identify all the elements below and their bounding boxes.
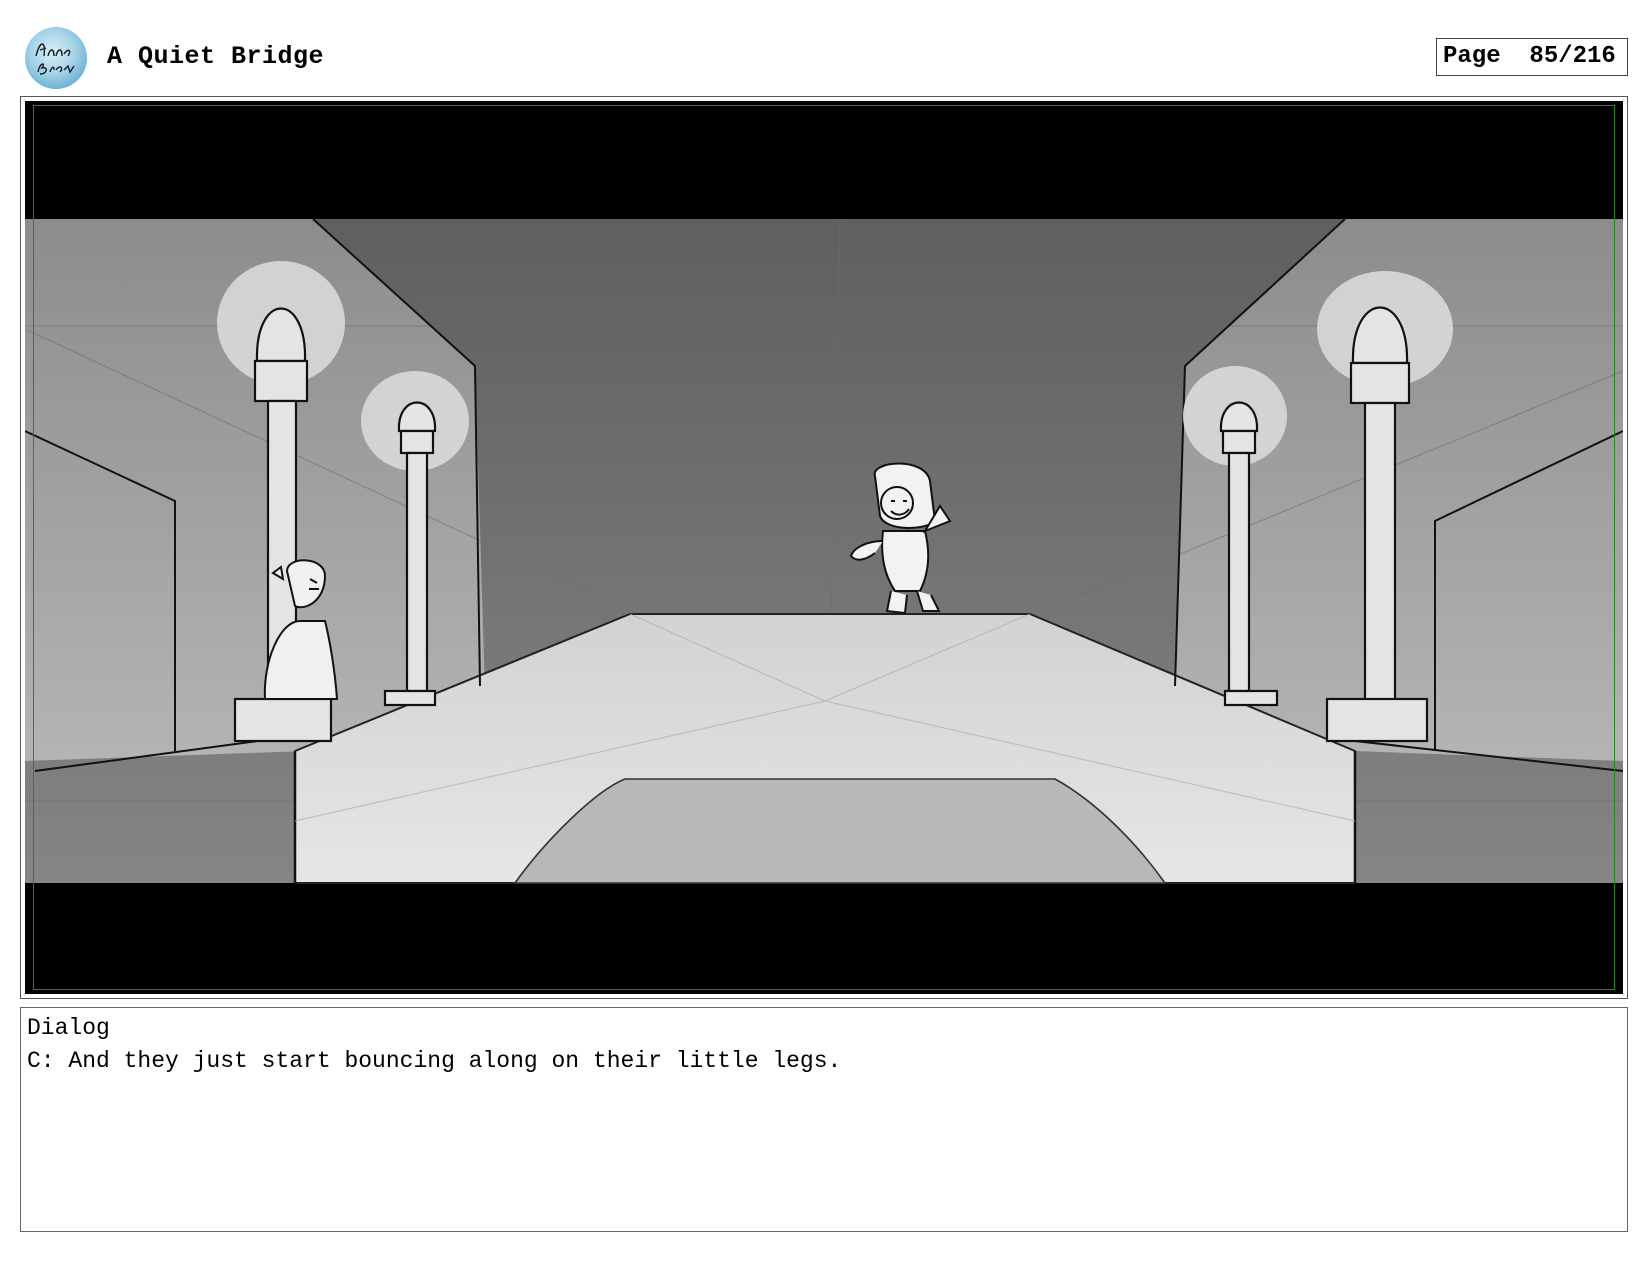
panel-frame	[25, 101, 1623, 994]
page-number: Page 85/216	[1436, 38, 1628, 76]
dialog-heading: Dialog	[27, 1015, 110, 1041]
storyboard-panel	[20, 96, 1628, 999]
page-title: A Quiet Bridge	[107, 42, 325, 71]
artist-logo	[24, 26, 88, 90]
bridge-scene-sketch	[25, 101, 1623, 994]
dialog-box: Dialog C: And they just start bouncing a…	[20, 1007, 1628, 1232]
dialog-text: C: And they just start bouncing along on…	[27, 1048, 842, 1074]
watercolor-signature-icon	[25, 27, 87, 89]
